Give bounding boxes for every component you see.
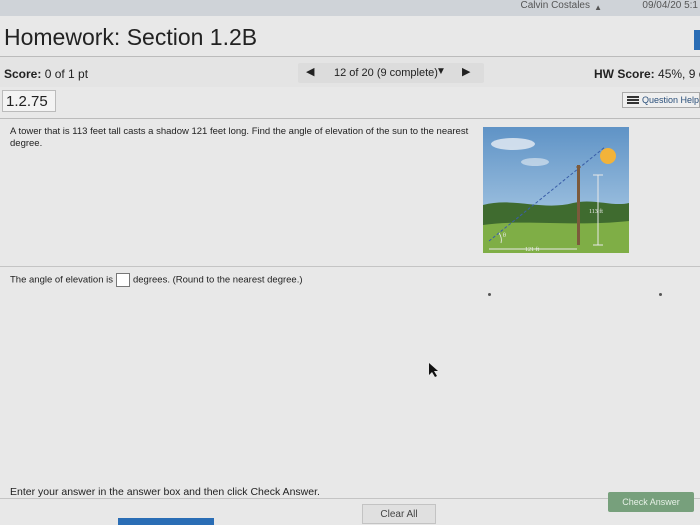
hw-score-label: HW Score: [594, 67, 655, 81]
hw-score-value: 45%, 9 o [658, 67, 700, 81]
figure-shadow-label: 121 ft [525, 246, 539, 253]
question-help-label: Question Help [642, 95, 700, 105]
blue-button-edge[interactable] [118, 518, 214, 525]
dot [659, 293, 662, 296]
figure-height-label: 113 ft [589, 208, 603, 215]
question-header: 1.2.75 Question Help [0, 88, 700, 114]
user-name[interactable]: Calvin Costales [521, 0, 590, 11]
answer-suffix: degrees. (Round to the nearest degree.) [132, 274, 303, 286]
answer-input[interactable] [115, 273, 130, 287]
figure-angle-label: θ [503, 233, 506, 239]
dropdown-arrow-icon[interactable]: ▼ [436, 66, 446, 77]
list-icon [627, 96, 639, 105]
question-navigator: ◀ 12 of 20 (9 complete) ▼ ▶ [298, 63, 484, 83]
prev-arrow-icon[interactable]: ◀ [306, 65, 314, 78]
score: Score: 0 of 1 pt [4, 67, 88, 81]
dot [488, 293, 491, 296]
divider [0, 266, 700, 267]
date-time: 09/04/20 5:1 [642, 0, 698, 11]
check-answer-button[interactable]: Check Answer [608, 492, 694, 512]
next-arrow-icon[interactable]: ▶ [462, 65, 470, 78]
tower-shadow-figure: 113 ft 121 ft θ [483, 127, 629, 253]
instruction-text: Enter your answer in the answer box and … [10, 486, 320, 498]
question-number: 1.2.75 [2, 90, 56, 112]
clear-all-button[interactable]: Clear All [362, 504, 436, 524]
top-status-bar: Calvin Costales ▲ 09/04/20 5:1 [0, 0, 700, 16]
question-help-button[interactable]: Question Help [622, 92, 700, 108]
mouse-cursor-icon [429, 363, 438, 377]
homework-panel: Homework: Section 1.2B Score: 0 of 1 pt … [0, 16, 700, 525]
answer-prefix: The angle of elevation is [10, 274, 113, 286]
user-dropdown-icon[interactable]: ▲ [594, 3, 602, 12]
divider [0, 118, 700, 119]
question-progress[interactable]: 12 of 20 (9 complete) [334, 67, 438, 79]
question-text: A tower that is 113 feet tall casts a sh… [10, 126, 469, 149]
answer-prompt: The angle of elevation is degrees. (Round… [10, 273, 303, 287]
score-label: Score: [4, 67, 42, 81]
header-side-button[interactable] [694, 30, 700, 50]
divider [0, 498, 700, 499]
sun-icon [600, 148, 616, 164]
score-value: 0 of 1 pt [44, 67, 89, 81]
score-bar: Score: 0 of 1 pt ◀ 12 of 20 (9 complete)… [0, 57, 700, 87]
page-title: Homework: Section 1.2B [4, 24, 258, 50]
hw-score: HW Score: 45%, 9 o [594, 67, 700, 81]
